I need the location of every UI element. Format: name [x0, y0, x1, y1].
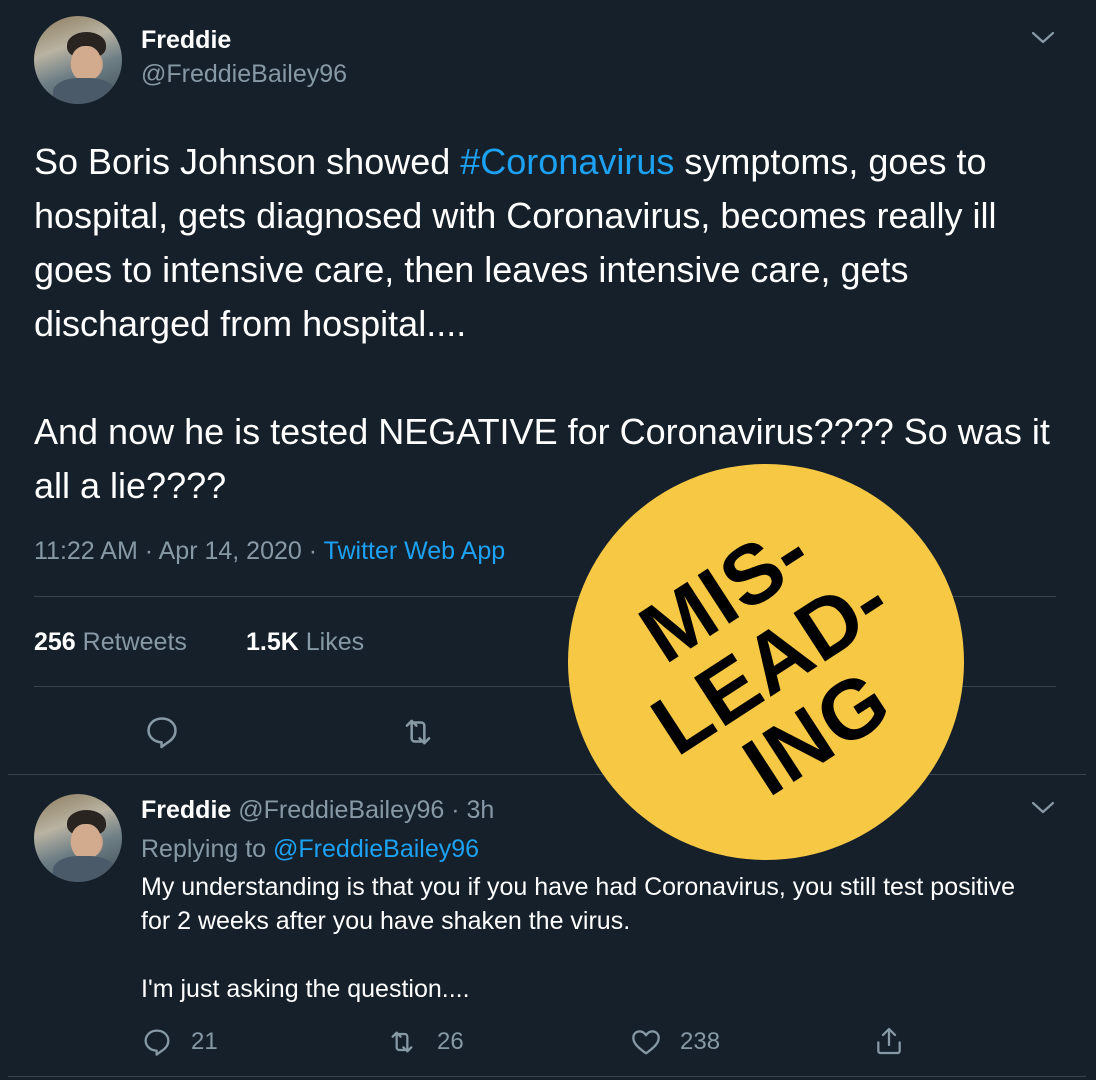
reply-display-name[interactable]: Freddie [141, 796, 231, 824]
likes-count: 1.5K [246, 628, 299, 656]
tweet-text-part1: So Boris Johnson showed [34, 141, 461, 182]
replying-to: Replying to @FreddieBailey96 [141, 835, 479, 864]
hashtag-link[interactable]: #Coronavirus [460, 141, 674, 182]
tweet-source-link[interactable]: Twitter Web App [324, 537, 506, 565]
retweet-icon[interactable] [398, 713, 438, 751]
replying-handle-link[interactable]: @FreddieBailey96 [273, 835, 479, 863]
divider [8, 1076, 1086, 1077]
reply-age[interactable]: 3h [467, 796, 495, 824]
misleading-stamp: MIS- LEAD- ING [568, 464, 964, 860]
share-icon[interactable] [873, 1024, 905, 1058]
reply-handle[interactable]: @FreddieBailey96 [238, 796, 444, 824]
tweet-meta: 11:22 AM · Apr 14, 2020 · Twitter Web Ap… [34, 537, 505, 566]
likes-label: Likes [305, 628, 365, 656]
heart-icon [630, 1026, 662, 1058]
tweet-text: So Boris Johnson showed #Coronavirus sym… [34, 135, 1064, 513]
reply-chevron-down-icon[interactable] [1030, 798, 1056, 818]
reply-icon [141, 1026, 173, 1058]
meta-separator: · [301, 537, 324, 565]
stamp-text: MIS- LEAD- ING [593, 485, 950, 839]
reply-count: 21 [191, 1028, 218, 1055]
retweet-count: 26 [437, 1028, 464, 1055]
reply-text-line1: My understanding is that you if you have… [141, 873, 1016, 935]
avatar[interactable] [34, 16, 122, 104]
reply-action-like[interactable]: 238 [630, 1026, 720, 1058]
display-name[interactable]: Freddie [141, 26, 231, 55]
tweet-text-paragraph2: And now he is tested NEGATIVE for Corona… [34, 411, 1050, 506]
retweets-label: Retweets [82, 628, 187, 656]
chevron-down-icon[interactable] [1030, 28, 1056, 48]
retweet-icon [385, 1026, 419, 1058]
reply-text: My understanding is that you if you have… [141, 870, 1041, 1006]
likes-stat[interactable]: 1.5K Likes [246, 628, 364, 657]
retweets-stat[interactable]: 256 Retweets [34, 628, 187, 657]
tweet-date[interactable]: Apr 14, 2020 [159, 537, 302, 565]
reply-separator: · [444, 796, 467, 824]
reply-icon[interactable] [143, 713, 181, 751]
reply-action-reply[interactable]: 21 [141, 1026, 218, 1058]
reply-text-line2: I'm just asking the question.... [141, 975, 470, 1003]
tweet-time[interactable]: 11:22 AM [34, 537, 138, 565]
reply-avatar[interactable] [34, 794, 122, 882]
meta-separator: · [137, 537, 159, 565]
retweets-count: 256 [34, 628, 76, 656]
replying-prefix: Replying to [141, 835, 274, 863]
reply-header: Freddie @FreddieBailey96 · 3h [141, 796, 494, 825]
reply-action-retweet[interactable]: 26 [385, 1026, 464, 1058]
like-count: 238 [680, 1028, 721, 1055]
user-handle[interactable]: @FreddieBailey96 [141, 60, 347, 89]
